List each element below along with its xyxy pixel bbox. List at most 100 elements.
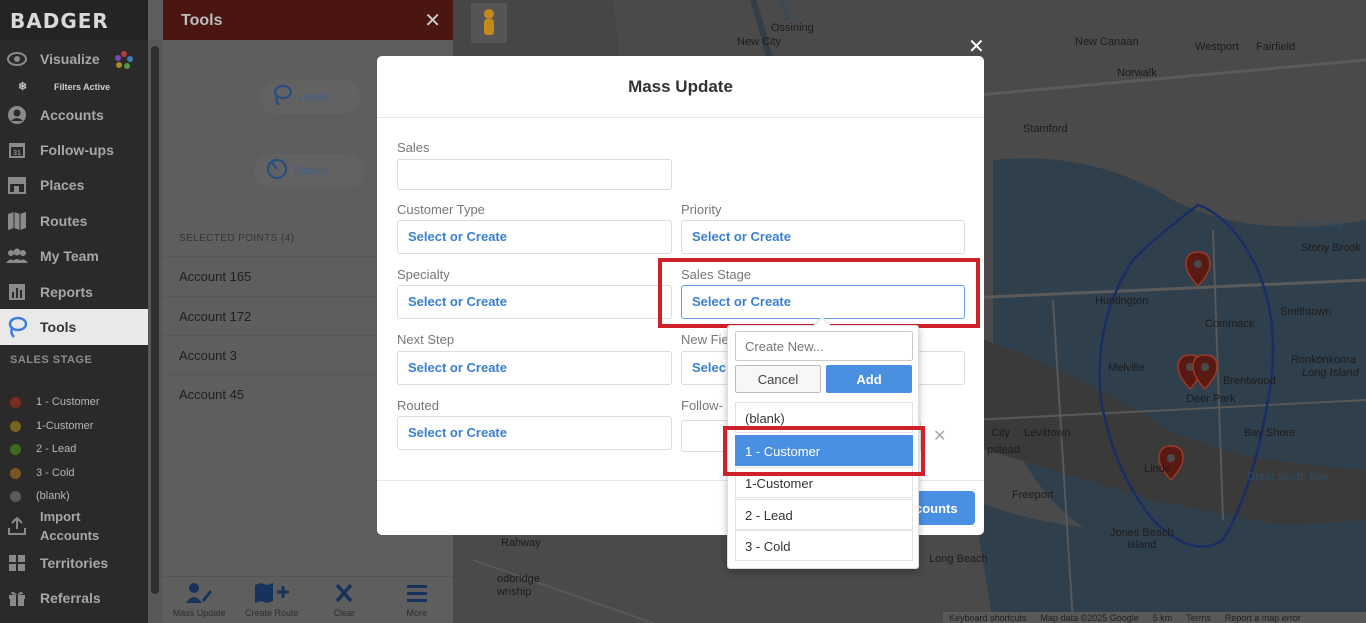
- map-label: Ossining: [771, 22, 814, 34]
- dropdown-option[interactable]: 3 - Cold: [735, 530, 913, 561]
- tools-title: Tools: [181, 12, 223, 29]
- legend-label: (blank): [36, 490, 70, 502]
- pegman-icon[interactable]: [471, 3, 507, 43]
- keyboard-shortcuts-link[interactable]: Keyboard shortcuts: [949, 613, 1027, 623]
- map-label: Commack: [1205, 318, 1255, 330]
- scale-label: 5 km: [1152, 612, 1173, 623]
- add-button[interactable]: Add: [826, 365, 912, 393]
- lasso-icon: [6, 316, 28, 338]
- map-label: Norwalk: [1117, 67, 1157, 79]
- upload-icon: [6, 517, 28, 535]
- terms-link[interactable]: Terms: [1186, 613, 1211, 623]
- sales-label: Sales: [397, 140, 430, 155]
- nav-item-my-team[interactable]: My Team: [0, 239, 148, 273]
- new-field-label: New Fie: [681, 332, 729, 347]
- snowflake-icon: ❄: [18, 81, 28, 93]
- next-step-label: Next Step: [397, 332, 455, 347]
- sales-stage-header: SALES STAGE: [10, 354, 93, 366]
- clear-x-icon[interactable]: ✕: [933, 426, 946, 446]
- map-label: Brentwood: [1223, 375, 1276, 387]
- map-label: Rahway: [501, 537, 541, 549]
- radius-button[interactable]: Radius: [254, 154, 364, 188]
- nav-item-territories[interactable]: Territories: [0, 546, 148, 580]
- map-label: Great South Bay: [1247, 471, 1329, 483]
- nav-item-import-accounts[interactable]: Import Accounts: [0, 506, 148, 546]
- create-route-button[interactable]: Create Route: [236, 577, 309, 623]
- user-edit-icon: [185, 582, 213, 608]
- tools-scrollbar[interactable]: [148, 40, 163, 623]
- selected-points-header: SELECTED POINTS (4): [179, 233, 295, 244]
- next-step-select[interactable]: Select or Create: [397, 351, 672, 385]
- report-error-link[interactable]: Report a map error: [1225, 613, 1301, 623]
- clear-button[interactable]: Clear: [308, 577, 381, 623]
- sales-input[interactable]: [397, 159, 672, 190]
- routed-select[interactable]: Select or Create: [397, 416, 672, 450]
- nav-item-places[interactable]: Places: [0, 168, 148, 202]
- tools-bottom-bar: Mass Update Create Route Clear More: [163, 576, 453, 623]
- calendar-icon: 31: [6, 141, 28, 159]
- legend-item[interactable]: 2 - Lead: [10, 443, 76, 455]
- map-label: Freeport: [1012, 489, 1054, 501]
- eye-icon: [6, 50, 28, 68]
- nav-label: Territories: [40, 555, 109, 571]
- map-label: Deer Park: [1186, 393, 1236, 405]
- close-icon[interactable]: ✕: [424, 8, 441, 33]
- legend-dot-icon: [10, 443, 21, 455]
- nav-item-accounts[interactable]: Accounts: [0, 98, 148, 132]
- map-label: pstead: [987, 444, 1021, 456]
- more-button[interactable]: More: [381, 577, 454, 623]
- nav-item-visualize[interactable]: Visualize: [0, 42, 148, 76]
- specialty-select[interactable]: Select or Create: [397, 285, 672, 319]
- dropdown-option[interactable]: 2 - Lead: [735, 499, 913, 530]
- nav-item-referrals[interactable]: Referrals: [0, 581, 148, 615]
- legend-dot-icon: [10, 467, 21, 479]
- legend-item[interactable]: 1 - Customer: [10, 396, 100, 408]
- svg-text:31: 31: [13, 150, 21, 157]
- left-nav: BADGER Visualize ❄ Filters Active Accoun…: [0, 0, 148, 623]
- gift-icon: [6, 589, 28, 607]
- map-label: Smithtown: [1280, 306, 1332, 318]
- cancel-button[interactable]: Cancel: [735, 365, 821, 393]
- nav-label: Import Accounts: [40, 509, 100, 543]
- nav-item-reports[interactable]: Reports: [0, 275, 148, 309]
- map-label: City: [991, 427, 1010, 439]
- bottom-label: Clear: [333, 608, 355, 618]
- highlight-box-sales-stage: [658, 258, 980, 328]
- palette-icon: [114, 50, 134, 73]
- radius-icon: [266, 158, 288, 185]
- store-icon: [6, 176, 28, 194]
- priority-label: Priority: [681, 202, 722, 217]
- map-label: Westport: [1195, 41, 1239, 53]
- legend-dot-icon: [10, 490, 21, 502]
- legend-item[interactable]: 1-Customer: [10, 420, 93, 432]
- grid-icon: [6, 554, 28, 572]
- create-new-input[interactable]: Create New...: [735, 331, 913, 361]
- map-label: Linde: [1144, 463, 1171, 475]
- report-icon: [6, 283, 28, 301]
- nav-item-tools[interactable]: Tools: [0, 309, 148, 345]
- nav-label: Reports: [40, 284, 93, 300]
- app-logo: BADGER: [0, 0, 148, 40]
- map-label: Long Island: [1302, 367, 1359, 379]
- priority-select[interactable]: Select or Create: [681, 220, 965, 254]
- team-icon: [6, 247, 28, 265]
- filters-active-indicator[interactable]: ❄ Filters Active: [0, 78, 148, 96]
- mass-update-button[interactable]: Mass Update: [163, 577, 236, 623]
- nav-item-follow-ups[interactable]: 31 Follow-ups: [0, 133, 148, 167]
- map-data-label: Map data ©2025 Google: [1040, 612, 1139, 623]
- map-plus-icon: [254, 582, 290, 608]
- legend-dot-icon: [10, 396, 21, 408]
- scrollbar-thumb[interactable]: [151, 46, 159, 594]
- lasso-button[interactable]: Lasso: [260, 80, 360, 114]
- legend-label: 1-Customer: [36, 420, 94, 432]
- legend-item[interactable]: 3 - Cold: [10, 467, 75, 479]
- nav-label: Follow-ups: [40, 142, 114, 158]
- legend-item[interactable]: (blank): [10, 490, 70, 502]
- map-label: New City: [737, 36, 782, 48]
- map-label: Jones Beach Island: [1110, 527, 1174, 551]
- specialty-label: Specialty: [397, 267, 450, 282]
- legend-label: 1 - Customer: [36, 396, 100, 408]
- nav-item-routes[interactable]: Routes: [0, 204, 148, 238]
- customer-type-select[interactable]: Select or Create: [397, 220, 672, 254]
- map-label: Melville: [1108, 362, 1145, 374]
